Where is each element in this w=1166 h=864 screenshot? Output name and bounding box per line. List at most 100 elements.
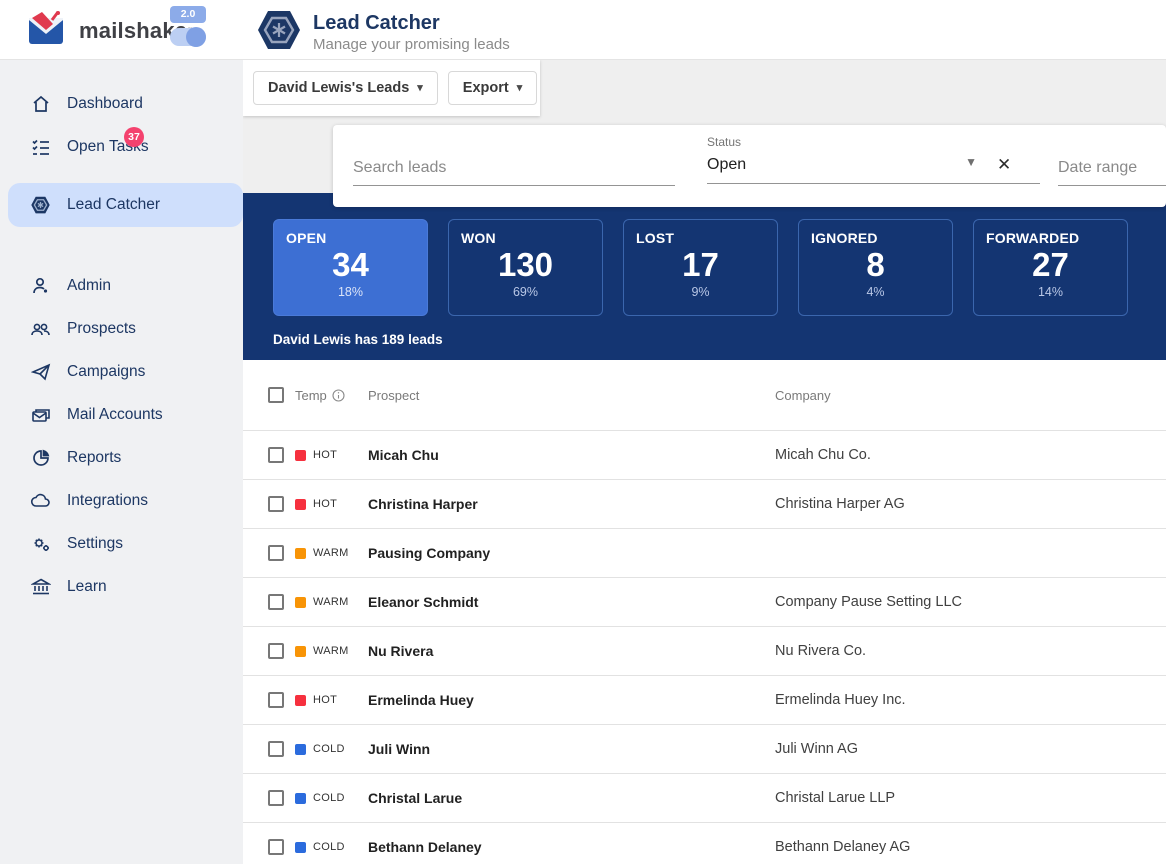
- sidebar-item-admin[interactable]: Admin: [0, 264, 243, 307]
- temp-swatch: [295, 499, 306, 510]
- stat-card-open[interactable]: OPEN 34 18%: [273, 219, 428, 316]
- row-checkbox[interactable]: [268, 692, 284, 708]
- row-checkbox[interactable]: [268, 741, 284, 757]
- company-name: Juli Winn AG: [775, 741, 1166, 757]
- column-header-company: Company: [775, 388, 1166, 403]
- stat-card-lost[interactable]: LOST 17 9%: [623, 219, 778, 316]
- stat-card-ignored[interactable]: IGNORED 8 4%: [798, 219, 953, 316]
- home-icon: [30, 93, 51, 114]
- sidebar-item-settings[interactable]: Settings: [0, 522, 243, 565]
- table-row[interactable]: HOT Christina Harper Christina Harper AG: [243, 479, 1166, 528]
- table-row[interactable]: COLD Bethann Delaney Bethann Delaney AG: [243, 822, 1166, 864]
- sidebar-item-label: Admin: [67, 277, 111, 295]
- table-row[interactable]: COLD Juli Winn Juli Winn AG: [243, 724, 1166, 773]
- table-row[interactable]: HOT Ermelinda Huey Ermelinda Huey Inc.: [243, 675, 1166, 724]
- info-icon[interactable]: [332, 389, 345, 402]
- temp-swatch: [295, 695, 306, 706]
- row-checkbox[interactable]: [268, 545, 284, 561]
- top-header: mailshake ™ 2.0: [0, 0, 1166, 60]
- stat-label: IGNORED: [811, 230, 940, 246]
- stat-card-won[interactable]: WON 130 69%: [448, 219, 603, 316]
- temp-swatch: [295, 842, 306, 853]
- sidebar-item-label: Campaigns: [67, 363, 145, 381]
- stat-card-forwarded[interactable]: FORWARDED 27 14%: [973, 219, 1128, 316]
- select-all-checkbox[interactable]: [268, 387, 284, 403]
- search-input[interactable]: [353, 153, 675, 186]
- sidebar-item-label: Settings: [67, 535, 123, 553]
- stat-percent: 69%: [461, 285, 590, 299]
- cloud-icon: [30, 490, 51, 511]
- sidebar-item-mail-accounts[interactable]: Mail Accounts: [0, 393, 243, 436]
- stat-value: 130: [461, 247, 590, 283]
- export-button[interactable]: Export ▾: [448, 71, 537, 105]
- temp-label: WARM: [313, 596, 349, 608]
- temp-label: WARM: [313, 547, 349, 559]
- company-name: Christina Harper AG: [775, 496, 1166, 512]
- stat-percent: 9%: [636, 285, 765, 299]
- company-name: Company Pause Setting LLC: [775, 594, 1166, 610]
- stat-percent: 18%: [286, 285, 415, 299]
- temp-label: COLD: [313, 743, 345, 755]
- people-group-icon: [30, 318, 51, 339]
- sidebar-item-open-tasks[interactable]: Open Tasks 37: [0, 125, 243, 168]
- hexagon-icon: [30, 195, 51, 216]
- pie-chart-icon: [30, 447, 51, 468]
- sidebar-item-integrations[interactable]: Integrations: [0, 479, 243, 522]
- date-range-input[interactable]: [1058, 153, 1166, 186]
- mail-stack-icon: [30, 404, 51, 425]
- task-list-icon: [30, 136, 51, 157]
- status-select[interactable]: Open ▼: [707, 149, 1040, 184]
- row-checkbox[interactable]: [268, 496, 284, 512]
- row-checkbox[interactable]: [268, 594, 284, 610]
- company-name: Micah Chu Co.: [775, 447, 1166, 463]
- stat-label: OPEN: [286, 230, 415, 246]
- sidebar-item-reports[interactable]: Reports: [0, 436, 243, 479]
- status-selected-value: Open: [707, 156, 746, 173]
- gears-icon: [30, 533, 51, 554]
- table-header-row: Temp Prospect Company: [243, 360, 1166, 430]
- temp-swatch: [295, 793, 306, 804]
- export-button-label: Export: [463, 80, 509, 96]
- column-header-temp: Temp: [295, 388, 327, 403]
- stat-value: 8: [811, 247, 940, 283]
- sidebar: Dashboard Open Tasks 37: [0, 60, 243, 864]
- leads-owner-dropdown[interactable]: David Lewis's Leads ▾: [253, 71, 438, 105]
- stat-value: 27: [986, 247, 1115, 283]
- table-row[interactable]: COLD Christal Larue Christal Larue LLP: [243, 773, 1166, 822]
- sidebar-item-prospects[interactable]: Prospects: [0, 307, 243, 350]
- paper-plane-icon: [30, 361, 51, 382]
- row-checkbox[interactable]: [268, 839, 284, 855]
- mailshake-logo-icon: [28, 10, 70, 51]
- temp-swatch: [295, 597, 306, 608]
- app-title-group: Lead Catcher Manage your promising leads: [255, 6, 510, 59]
- row-checkbox[interactable]: [268, 447, 284, 463]
- sidebar-item-dashboard[interactable]: Dashboard: [0, 82, 243, 125]
- stat-percent: 14%: [986, 285, 1115, 299]
- admin-person-icon: [30, 275, 51, 296]
- leads-owner-dropdown-label: David Lewis's Leads: [268, 80, 409, 96]
- prospect-name: Christina Harper: [368, 496, 775, 512]
- filter-bar: Status Open ▼ ✕: [333, 125, 1166, 207]
- sidebar-item-label: Reports: [67, 449, 121, 467]
- clear-status-icon[interactable]: ✕: [997, 155, 1011, 175]
- app-window: mailshake ™ 2.0: [0, 0, 1166, 864]
- sidebar-item-campaigns[interactable]: Campaigns: [0, 350, 243, 393]
- prospect-name: Eleanor Schmidt: [368, 594, 775, 610]
- table-row[interactable]: WARM Eleanor Schmidt Company Pause Setti…: [243, 577, 1166, 626]
- company-name: Ermelinda Huey Inc.: [775, 692, 1166, 708]
- stat-value: 34: [286, 247, 415, 283]
- temp-label: HOT: [313, 694, 337, 706]
- temp-label: HOT: [313, 498, 337, 510]
- row-checkbox[interactable]: [268, 643, 284, 659]
- row-checkbox[interactable]: [268, 790, 284, 806]
- table-row[interactable]: WARM Pausing Company: [243, 528, 1166, 577]
- temp-swatch: [295, 548, 306, 559]
- sidebar-item-label: Lead Catcher: [67, 196, 160, 214]
- table-row[interactable]: HOT Micah Chu Micah Chu Co.: [243, 430, 1166, 479]
- table-row[interactable]: WARM Nu Rivera Nu Rivera Co.: [243, 626, 1166, 675]
- temp-label: COLD: [313, 792, 345, 804]
- sidebar-item-learn[interactable]: Learn: [0, 565, 243, 608]
- version-toggle[interactable]: [170, 28, 206, 46]
- sidebar-item-lead-catcher[interactable]: Lead Catcher: [8, 183, 243, 227]
- version-group: 2.0: [160, 6, 206, 46]
